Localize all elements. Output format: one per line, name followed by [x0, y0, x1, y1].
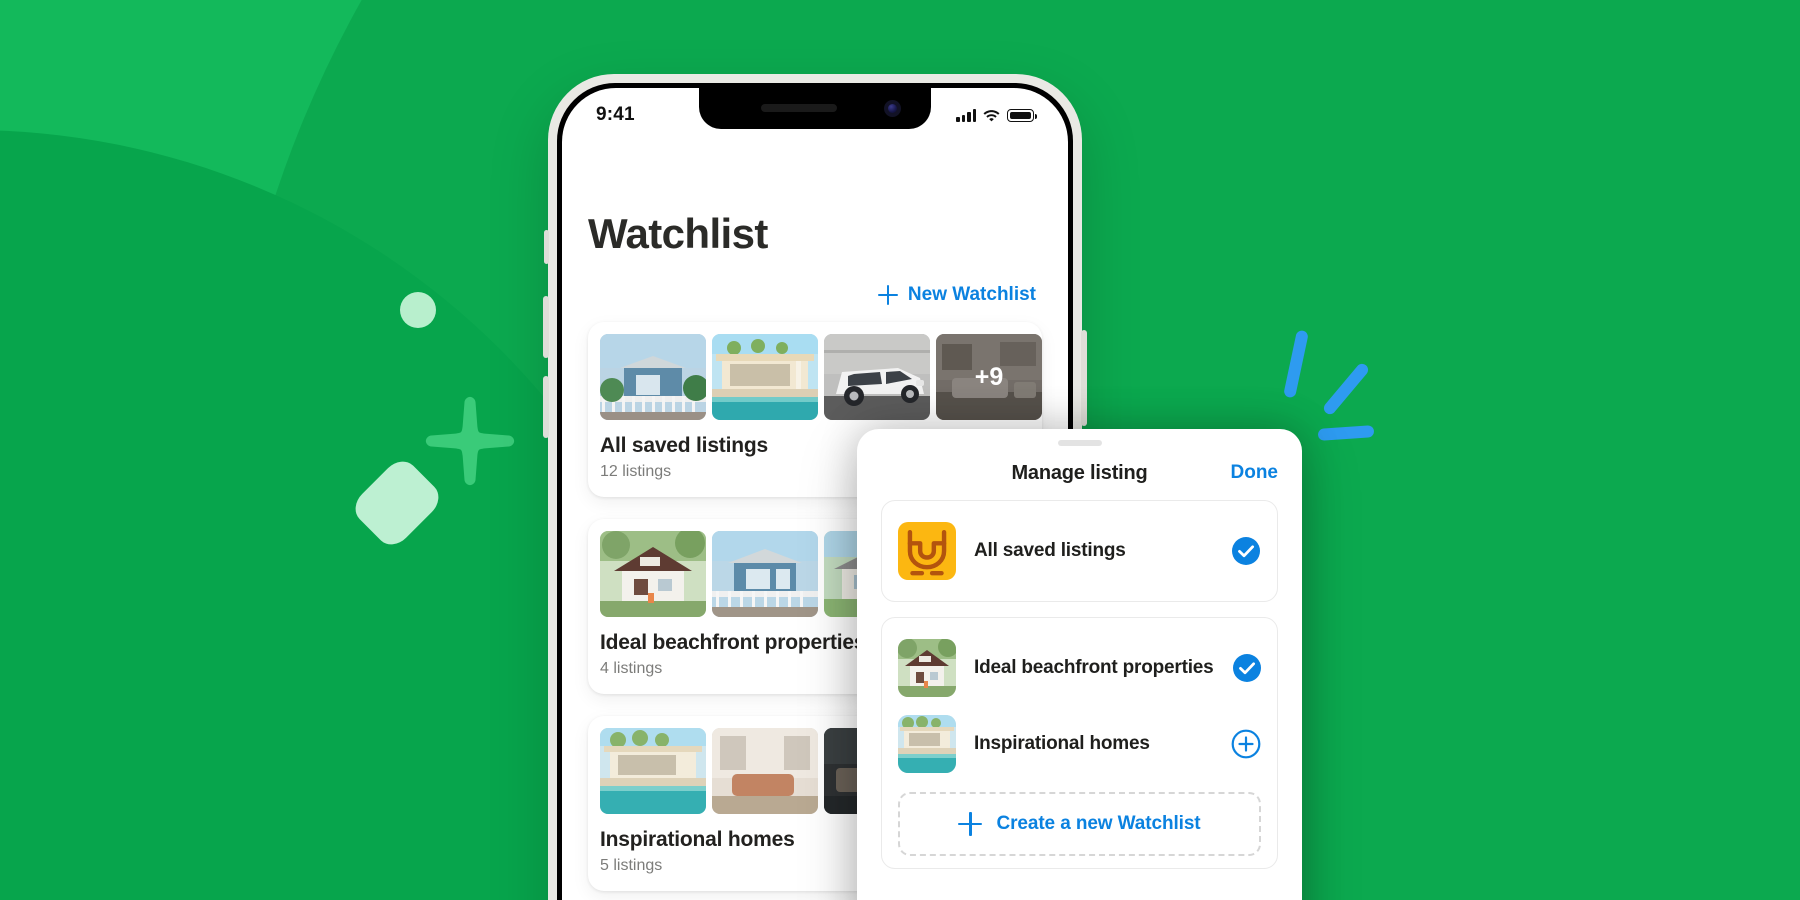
list-item[interactable]: All saved listings	[898, 513, 1261, 589]
list-item-label: Inspirational homes	[974, 733, 1150, 754]
status-time: 9:41	[596, 104, 635, 125]
wifi-icon	[983, 109, 1000, 122]
decor-mark-1	[1283, 329, 1309, 399]
manage-listing-sheet: Manage listing Done All saved listings I…	[857, 429, 1302, 900]
sheet-header: Manage listing Done	[881, 446, 1278, 500]
new-watchlist-button[interactable]: New Watchlist	[877, 284, 1036, 306]
check-circle-filled-icon[interactable]	[1232, 653, 1262, 683]
card-thumbnails: +9	[600, 334, 1042, 420]
new-watchlist-row: New Watchlist	[588, 284, 1042, 306]
check-circle-filled-icon[interactable]	[1231, 536, 1261, 566]
list-item-label: All saved listings	[974, 540, 1126, 561]
thumbnail-living-room-interior: +9	[936, 334, 1042, 420]
thumbnail-brown-cottage-house	[600, 531, 706, 617]
battery-full-icon	[1007, 109, 1037, 122]
thumbnail-house-blue-porch	[600, 334, 706, 420]
decor-sparkle-icon	[424, 395, 516, 487]
thumbnail-bright-living-room	[712, 728, 818, 814]
create-new-watchlist-button[interactable]: Create a new Watchlist	[898, 792, 1261, 856]
phone-power-button[interactable]	[1081, 330, 1087, 426]
cellular-signal-icon	[956, 109, 976, 122]
thumbnail-blue-coastal-house	[712, 531, 818, 617]
sheet-title: Manage listing	[1011, 461, 1148, 484]
overflow-count-badge: +9	[936, 334, 1042, 420]
page-title: Watchlist	[588, 210, 768, 257]
list-item[interactable]: Inspirational homes	[898, 706, 1261, 782]
phone-volume-down-button[interactable]	[543, 376, 549, 438]
create-new-watchlist-label: Create a new Watchlist	[996, 813, 1201, 834]
thumbnail-white-suv-car	[824, 334, 930, 420]
thumbnail-modern-house-pool	[712, 334, 818, 420]
phone-volume-up-button[interactable]	[543, 296, 549, 358]
status-icons	[956, 109, 1037, 122]
thumbnail-brown-cottage-house	[898, 639, 956, 697]
new-watchlist-label: New Watchlist	[907, 284, 1036, 305]
magnet-icon	[898, 522, 956, 580]
plus-icon	[958, 812, 983, 836]
list-item-label: Ideal beachfront properties	[974, 657, 1214, 678]
plus-icon	[877, 285, 898, 305]
decor-mark-2	[1321, 361, 1371, 417]
done-button[interactable]: Done	[1231, 462, 1279, 484]
plus-circle-outline-icon[interactable]	[1231, 729, 1261, 759]
sheet-group-all-saved: All saved listings	[881, 500, 1278, 602]
thumbnail-villa-with-pool	[898, 715, 956, 773]
decor-circle-icon	[400, 292, 436, 328]
sheet-group-watchlists: Ideal beachfront properties Inspirationa…	[881, 617, 1278, 869]
thumbnail-villa-with-pool	[600, 728, 706, 814]
decor-mark-3	[1317, 425, 1375, 441]
phone-mute-switch[interactable]	[544, 230, 549, 264]
status-bar: 9:41	[562, 88, 1068, 134]
list-item[interactable]: Ideal beachfront properties	[898, 630, 1261, 706]
